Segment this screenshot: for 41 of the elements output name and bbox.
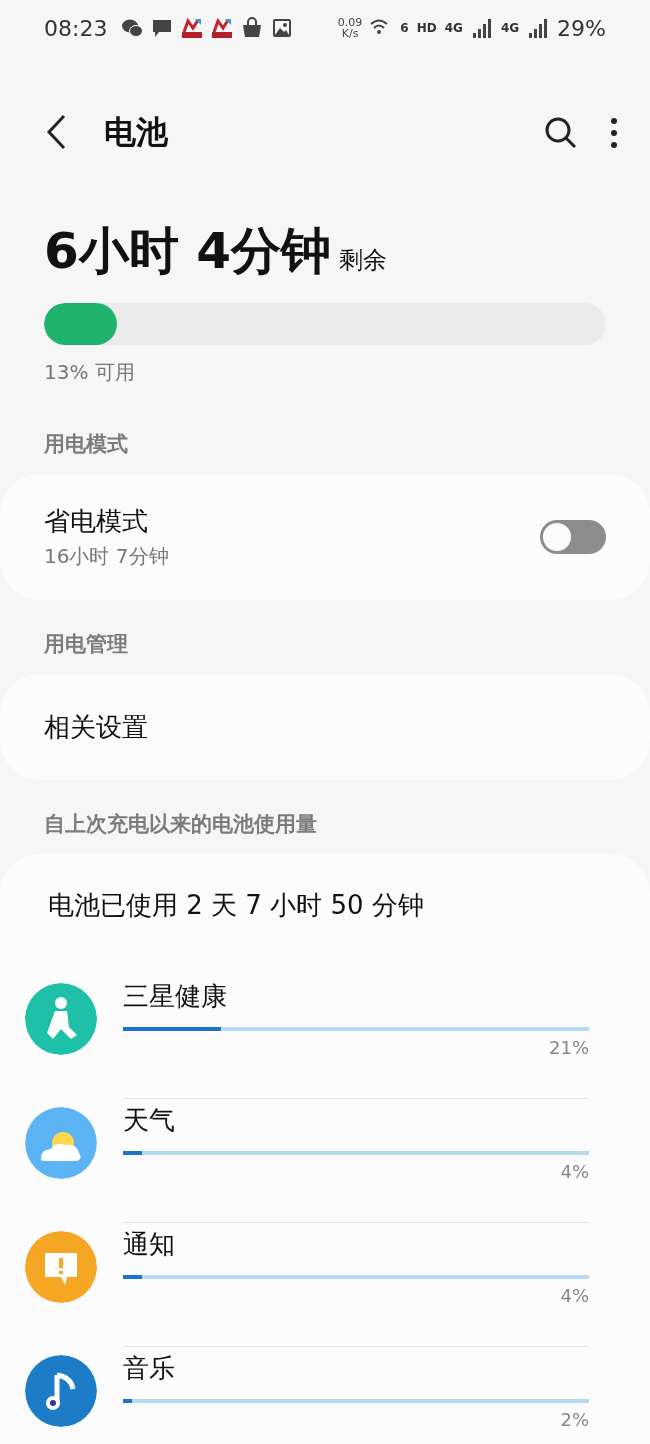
message-icon <box>151 17 174 39</box>
app-name[interactable]: 三星健康 <box>123 981 227 1011</box>
usage-percent: 21% <box>548 1037 589 1058</box>
time-remaining: 6小时 4分钟 <box>44 221 331 282</box>
toggle-switch[interactable] <box>540 520 606 554</box>
usage-percent: 2% <box>559 1409 589 1430</box>
status-time: 08:23 <box>44 15 108 41</box>
page-title: 电池 <box>104 112 169 153</box>
usage-percent: 4% <box>559 1285 589 1306</box>
app-name[interactable]: 天气 <box>123 1105 175 1135</box>
usage-total: 电池已使用 2 天 7 小时 50 分钟 <box>47 889 425 922</box>
setting-subtitle: 16小时 7分钟 <box>44 543 170 570</box>
setting-title: 省电模式 <box>44 505 149 538</box>
section-heading: 用电管理 <box>43 631 129 658</box>
network-speed-unit: K/s <box>341 28 359 39</box>
image-icon <box>271 17 294 39</box>
usage-percent: 4% <box>559 1161 589 1182</box>
hd-indicator: HD <box>416 21 437 35</box>
more-options-icon[interactable] <box>610 117 618 149</box>
network-speed: 0.09 <box>337 17 363 28</box>
setting-card[interactable]: 相关设置 <box>0 674 650 780</box>
app-icon[interactable] <box>25 1355 97 1427</box>
battery-available: 13% 可用 <box>44 359 136 386</box>
setting-card[interactable]: 省电模式 16小时 7分钟 <box>0 474 650 600</box>
app-name[interactable]: 音乐 <box>123 1353 175 1383</box>
signal-icon <box>527 17 550 39</box>
app-notification-icon <box>181 17 204 39</box>
app-name[interactable]: 通知 <box>123 1229 175 1259</box>
chat-icon <box>121 17 144 39</box>
wifi-label: 6 <box>400 21 409 35</box>
signal-icon <box>470 17 493 39</box>
setting-title: 相关设置 <box>44 710 149 744</box>
remaining-label: 剩余 <box>339 245 387 276</box>
back-icon[interactable] <box>46 113 66 150</box>
network-type: 4G <box>500 21 520 35</box>
shopping-bag-icon <box>241 17 264 39</box>
section-heading: 自上次充电以来的电池使用量 <box>43 811 318 838</box>
app-notification-icon <box>211 17 234 39</box>
section-heading: 用电模式 <box>43 431 129 458</box>
network-type: 4G <box>444 21 463 35</box>
battery-percent: 29% <box>557 15 606 41</box>
